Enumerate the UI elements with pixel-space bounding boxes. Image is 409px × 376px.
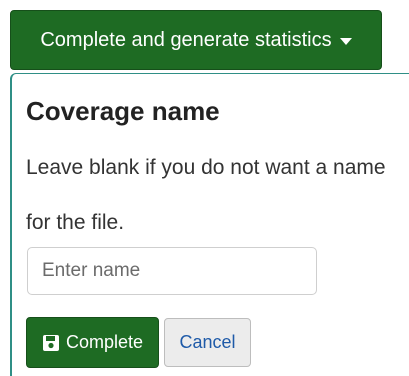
- popover-help-text: Leave blank if you do not want a name fo…: [26, 156, 386, 234]
- coverage-name-input[interactable]: [27, 247, 317, 295]
- coverage-name-popover: Coverage name Leave blank if you do not …: [10, 73, 409, 376]
- complete-and-generate-statistics-dropdown[interactable]: Complete and generate statistics: [10, 10, 382, 70]
- caret-down-icon: [339, 37, 352, 45]
- save-icon: [42, 334, 59, 351]
- dropdown-label: Complete and generate statistics: [40, 28, 332, 51]
- complete-button[interactable]: Complete: [26, 317, 159, 368]
- cancel-button[interactable]: Cancel: [164, 318, 251, 367]
- page-root: Complete and generate statistics Coverag…: [0, 0, 409, 376]
- cancel-button-label: Cancel: [179, 332, 236, 352]
- complete-button-label: Complete: [65, 332, 144, 352]
- popover-title: Coverage name: [26, 96, 220, 126]
